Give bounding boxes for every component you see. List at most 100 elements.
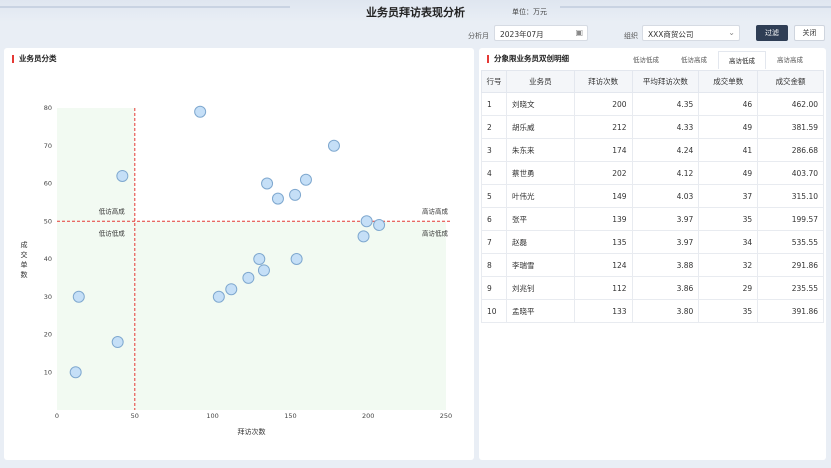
y-tick-label: 20	[44, 331, 52, 339]
detail-table-wrap: 行号 业务员 拜访次数 平均拜访次数 成交单数 成交金额 1 刘晓文 200 4.35 46 462…	[481, 70, 824, 323]
table-cell: 32	[698, 253, 759, 277]
table-row[interactable]: 7 赵磊 135 3.97 34 535.55	[481, 230, 824, 254]
table-cell: 124	[573, 253, 633, 277]
scatter-point	[271, 192, 284, 205]
table-cell: 37	[698, 184, 759, 208]
chevron-down-icon: ⌄	[728, 28, 735, 37]
scatter-point	[299, 173, 312, 186]
scatter-point	[111, 336, 124, 349]
header-bar: 业务员拜访表现分析 单位：万元	[0, 0, 831, 22]
column-header[interactable]: 平均拜访次数	[631, 70, 700, 93]
unit-label: 单位：万元	[512, 8, 547, 16]
table-cell: 202	[573, 161, 633, 185]
column-header[interactable]: 拜访次数	[573, 70, 633, 93]
filter-bar: 分析月 2023年07月 ▣ 组织 XXX商贸公司 ⌄ 过滤 关闭	[0, 22, 831, 46]
quadrant-label-top-right: 高访高成	[422, 206, 449, 215]
scatter-point	[289, 188, 302, 201]
classification-panel: 业务员分类 0 50 100 150 200 250 10 20 30 40 50 60 70 80 拜访次…	[4, 48, 474, 460]
scatter-chart: 0 50 100 150 200 250 10 20 30 40 50 60 70 80 拜访次数 成交单数 低…	[21, 104, 453, 436]
table-cell: 133	[573, 299, 633, 323]
scatter-point	[261, 177, 274, 190]
table-cell: 200	[573, 92, 633, 116]
table-cell: 35	[698, 299, 759, 323]
table-cell: 10	[481, 299, 507, 323]
table-cell: 391.86	[757, 299, 824, 323]
table-cell: 蔡世勇	[505, 161, 575, 185]
table-cell: 8	[481, 253, 507, 277]
table-cell: 朱东来	[505, 138, 575, 162]
table-cell: 34	[698, 230, 759, 254]
table-cell: 4.03	[631, 184, 700, 208]
table-row[interactable]: 8 李瑞雪 124 3.88 32 291.86	[481, 253, 824, 277]
table-row[interactable]: 6 张平 139 3.97 35 199.57	[481, 207, 824, 231]
table-cell: 199.57	[757, 207, 824, 231]
x-tick-label: 0	[55, 412, 59, 420]
table-cell: 46	[698, 92, 759, 116]
x-tick-label: 200	[362, 412, 374, 420]
scatter-point	[69, 366, 82, 379]
table-cell: 291.86	[757, 253, 824, 277]
table-cell: 刘兆钊	[505, 276, 575, 300]
scatter-point	[290, 253, 303, 265]
scatter-point	[373, 219, 386, 232]
org-value: XXX商贸公司	[648, 30, 694, 39]
y-tick-label: 60	[44, 180, 52, 188]
table-row[interactable]: 9 刘兆钊 112 3.86 29 235.55	[481, 276, 824, 300]
column-header[interactable]: 行号	[481, 70, 507, 93]
table-header-row: 行号 业务员 拜访次数 平均拜访次数 成交单数 成交金额	[481, 70, 824, 93]
y-tick-label: 50	[44, 217, 52, 225]
table-cell: 49	[698, 115, 759, 139]
close-button[interactable]: 关闭	[794, 25, 825, 41]
column-header[interactable]: 成交单数	[698, 70, 759, 93]
table-cell: 174	[573, 138, 633, 162]
table-cell: 李瑞雪	[505, 253, 575, 277]
scatter-point	[212, 290, 225, 303]
table-cell: 5	[481, 184, 507, 208]
page-title: 业务员拜访表现分析	[366, 6, 465, 19]
y-tick-label: 70	[44, 142, 52, 150]
table-row[interactable]: 2 胡乐威 212 4.33 49 381.59	[481, 115, 824, 139]
x-tick-label: 150	[284, 412, 296, 420]
table-body: 1 刘晓文 200 4.35 46 462.00 2 胡乐威 212 4.33 49 381.59 3 朱…	[481, 92, 824, 323]
tab-quadrant-1[interactable]: 低访低成	[622, 51, 670, 69]
y-tick-label: 30	[44, 293, 52, 301]
table-cell: 29	[698, 276, 759, 300]
table-cell: 286.68	[757, 138, 824, 162]
table-row[interactable]: 5 叶伟光 149 4.03 37 315.10	[481, 184, 824, 208]
tab-quadrant-4[interactable]: 高访高成	[766, 51, 814, 69]
x-tick-label: 250	[440, 412, 452, 420]
period-picker[interactable]: 2023年07月 ▣	[494, 25, 588, 41]
column-header[interactable]: 业务员	[505, 70, 575, 93]
column-header[interactable]: 成交金额	[757, 70, 824, 93]
scatter-point	[357, 230, 370, 243]
table-cell: 3.97	[631, 230, 700, 254]
tab-quadrant-3[interactable]: 高访低成	[718, 51, 766, 69]
tab-quadrant-2[interactable]: 低访高成	[670, 51, 718, 69]
table-cell: 315.10	[757, 184, 824, 208]
table-cell: 张平	[505, 207, 575, 231]
table-cell: 赵磊	[505, 230, 575, 254]
table-cell: 1	[481, 92, 507, 116]
table-row[interactable]: 10 孟晓平 133 3.80 35 391.86	[481, 299, 824, 323]
table-row[interactable]: 3 朱东来 174 4.24 41 286.68	[481, 138, 824, 162]
detail-panel: 分象限业务员双创明细 低访低成 低访高成 高访低成 高访高成 行号 业务员 拜访次数 平均拜…	[479, 48, 826, 460]
x-tick-label: 100	[206, 412, 218, 420]
table-cell: 139	[573, 207, 633, 231]
table-cell: 3	[481, 138, 507, 162]
table-cell: 381.59	[757, 115, 824, 139]
table-cell: 孟晓平	[505, 299, 575, 323]
org-select[interactable]: XXX商贸公司 ⌄	[642, 25, 740, 41]
table-row[interactable]: 1 刘晓文 200 4.35 46 462.00	[481, 92, 824, 116]
table-cell: 235.55	[757, 276, 824, 300]
table-cell: 35	[698, 207, 759, 231]
scatter-point	[257, 264, 270, 277]
table-cell: 9	[481, 276, 507, 300]
filter-button[interactable]: 过滤	[756, 25, 788, 41]
table-cell: 112	[573, 276, 633, 300]
period-value: 2023年07月	[500, 30, 544, 39]
y-axis-label: 成交单数	[21, 240, 28, 279]
table-row[interactable]: 4 蔡世勇 202 4.12 49 403.70	[481, 161, 824, 185]
table-cell: 3.80	[631, 299, 700, 323]
table-cell: 403.70	[757, 161, 824, 185]
table-cell: 6	[481, 207, 507, 231]
